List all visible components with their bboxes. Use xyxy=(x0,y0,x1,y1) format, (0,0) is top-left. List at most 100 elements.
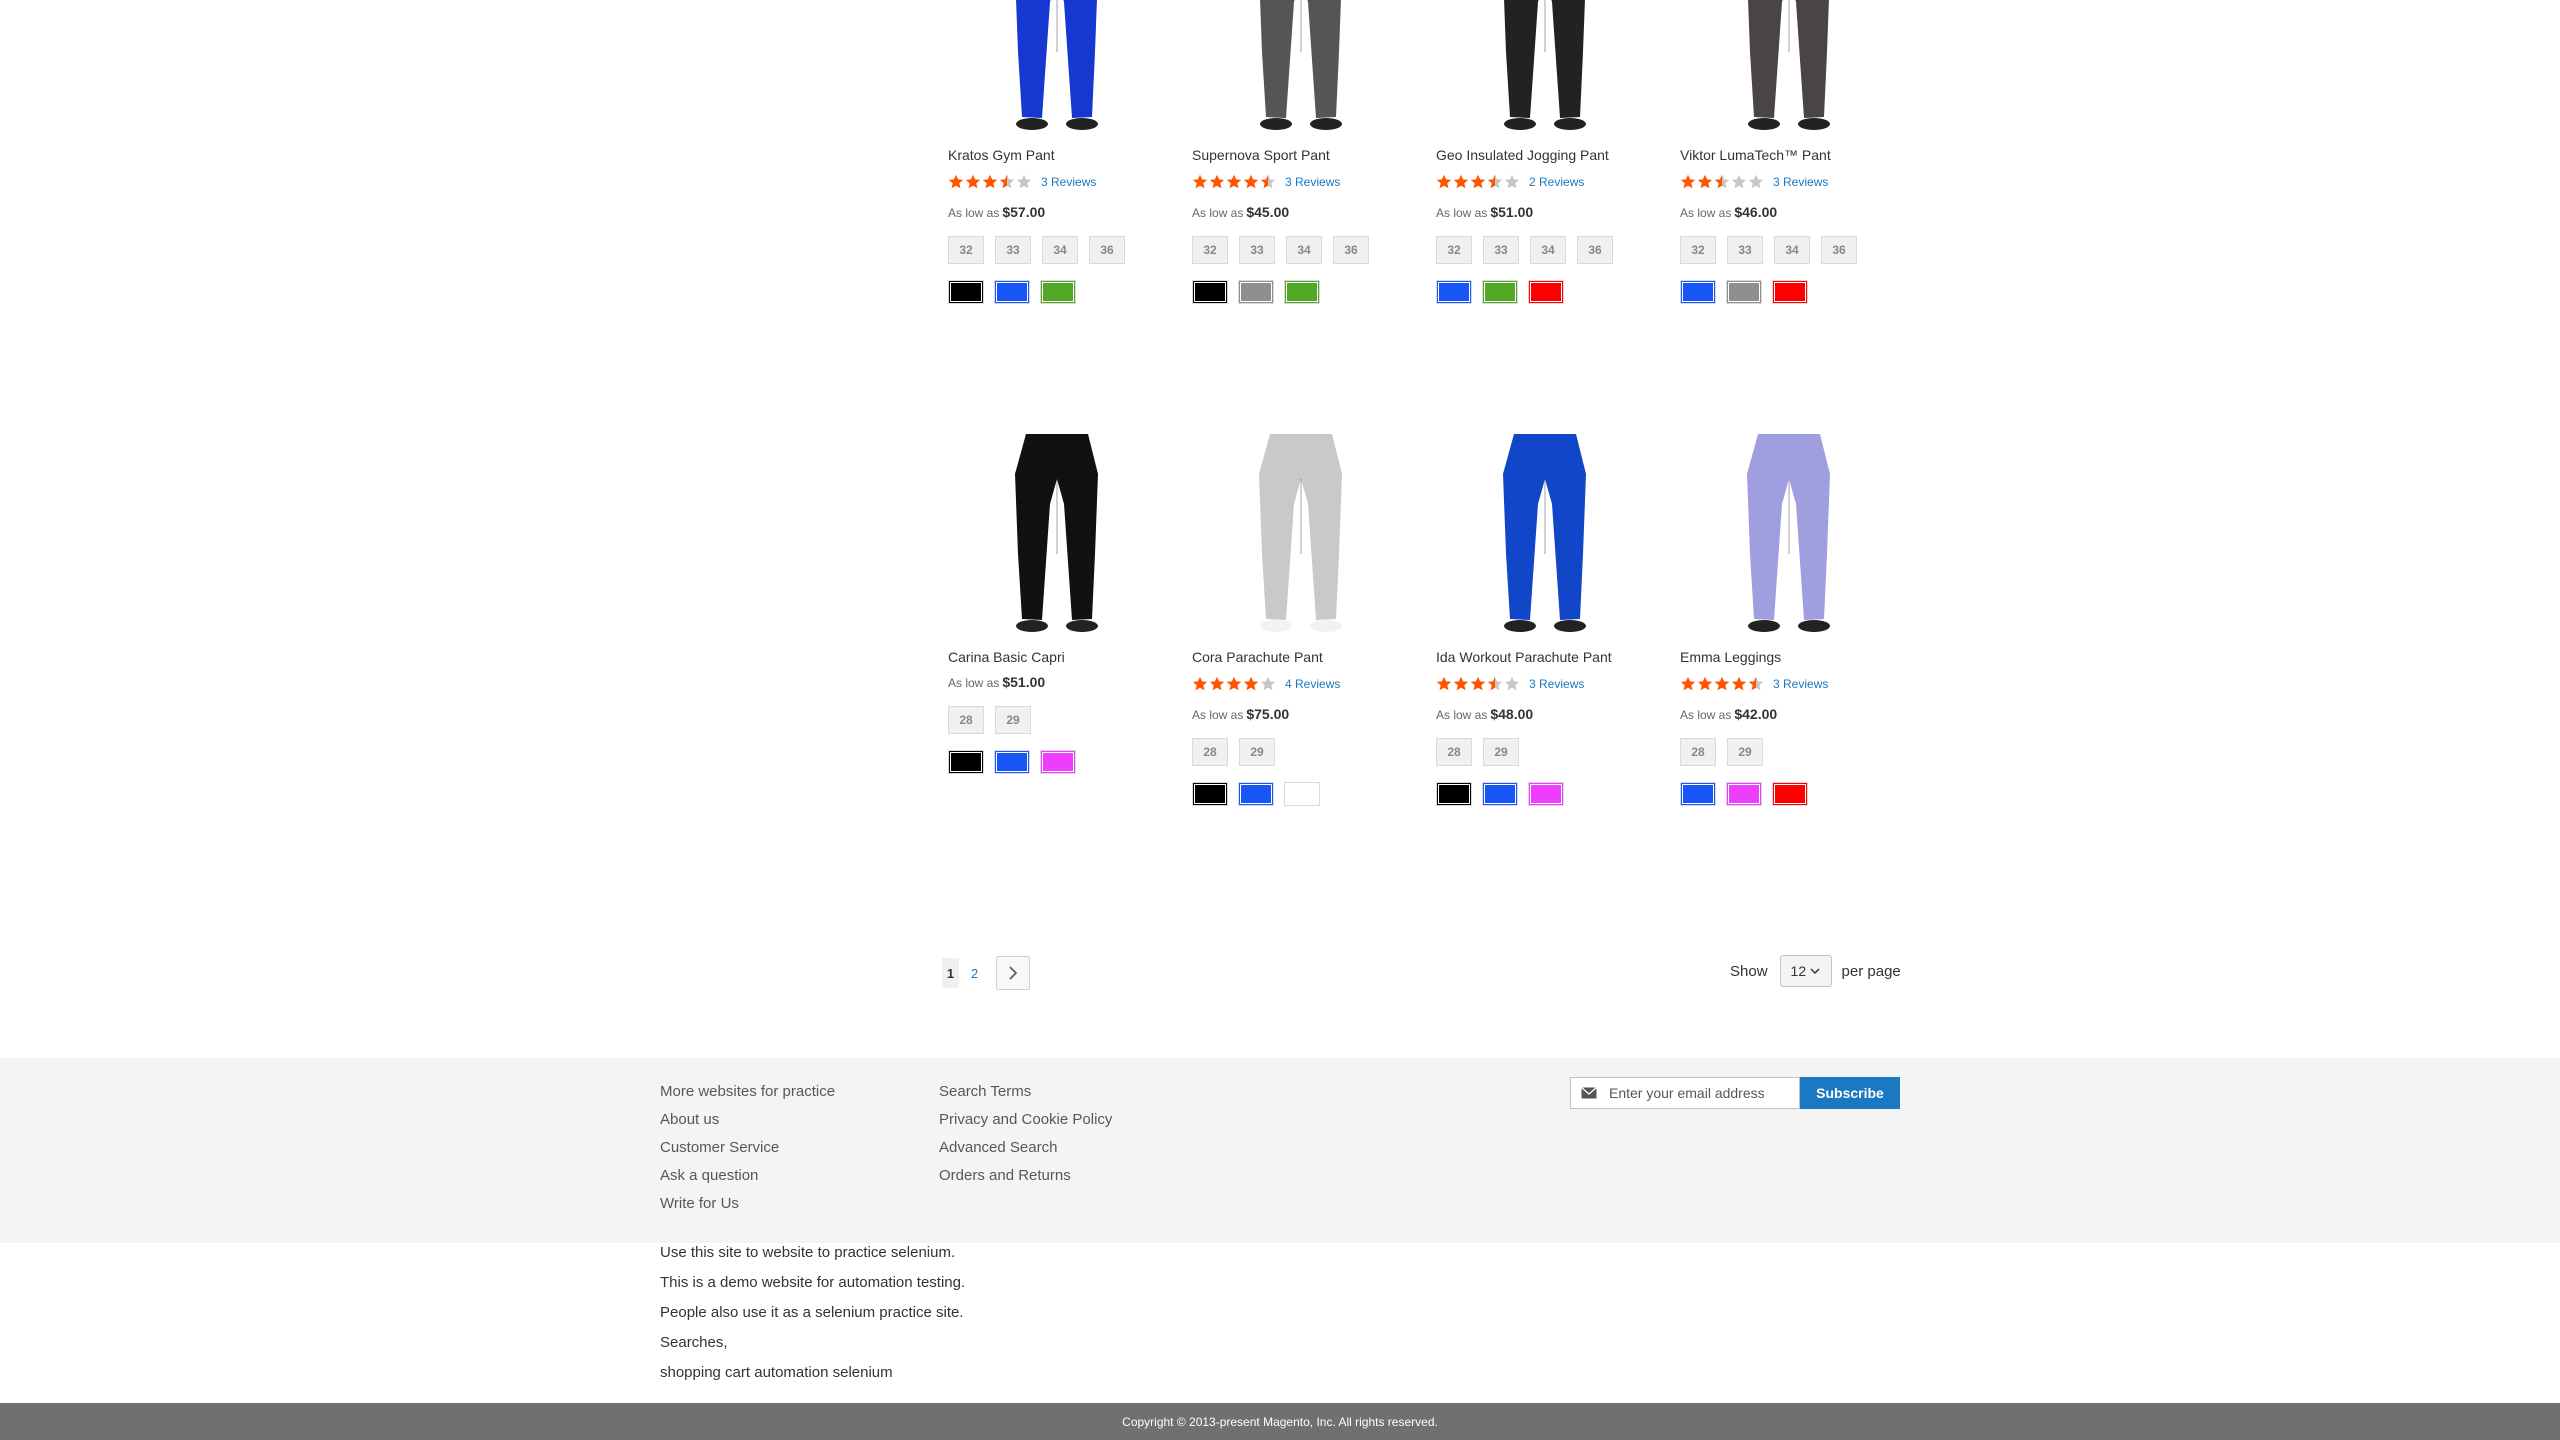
subscribe-button[interactable]: Subscribe xyxy=(1800,1077,1900,1109)
footer-link[interactable]: Search Terms xyxy=(939,1078,1112,1106)
product-image[interactable] xyxy=(948,0,1166,136)
product-image[interactable] xyxy=(1436,434,1654,638)
size-option[interactable]: 29 xyxy=(1239,738,1275,766)
footer-link[interactable]: Orders and Returns xyxy=(939,1162,1112,1190)
color-swatch[interactable] xyxy=(1040,280,1076,304)
size-option[interactable]: 32 xyxy=(948,236,984,264)
product-image[interactable] xyxy=(1680,0,1898,136)
reviews-link[interactable]: 3 Reviews xyxy=(1773,677,1828,691)
size-option[interactable]: 34 xyxy=(1774,236,1810,264)
color-swatch[interactable] xyxy=(1284,782,1320,806)
envelope-icon xyxy=(1581,1087,1597,1099)
size-option[interactable]: 32 xyxy=(1192,236,1228,264)
color-swatch[interactable] xyxy=(1528,280,1564,304)
color-swatch[interactable] xyxy=(994,280,1030,304)
footer-link[interactable]: Ask a question xyxy=(660,1162,835,1190)
reviews-link[interactable]: 2 Reviews xyxy=(1529,175,1584,189)
color-swatch[interactable] xyxy=(1528,782,1564,806)
info-line: shopping cart automation selenium xyxy=(660,1364,893,1381)
size-options: 28 29 xyxy=(1436,738,1530,766)
size-option[interactable]: 36 xyxy=(1821,236,1857,264)
size-option[interactable]: 34 xyxy=(1530,236,1566,264)
product-name-link[interactable]: Cora Parachute Pant xyxy=(1192,648,1323,666)
reviews-link[interactable]: 4 Reviews xyxy=(1285,677,1340,691)
footer-link[interactable]: Privacy and Cookie Policy xyxy=(939,1106,1112,1134)
size-option[interactable]: 28 xyxy=(948,706,984,734)
color-swatch[interactable] xyxy=(1772,280,1808,304)
size-option[interactable]: 34 xyxy=(1286,236,1322,264)
size-option[interactable]: 29 xyxy=(995,706,1031,734)
color-swatch[interactable] xyxy=(948,750,984,774)
color-swatch[interactable] xyxy=(1192,280,1228,304)
footer-link[interactable]: Customer Service xyxy=(660,1134,835,1162)
size-option[interactable]: 33 xyxy=(995,236,1031,264)
footer-link[interactable]: About us xyxy=(660,1106,835,1134)
color-swatch[interactable] xyxy=(1482,280,1518,304)
product-item: Emma Leggings 3 Reviews As low as $42.00 28 2… xyxy=(1680,434,1898,806)
color-swatch[interactable] xyxy=(948,280,984,304)
size-option[interactable]: 29 xyxy=(1727,738,1763,766)
color-swatch[interactable] xyxy=(1680,280,1716,304)
page-2-link[interactable]: 2 xyxy=(971,966,978,981)
reviews-link[interactable]: 3 Reviews xyxy=(1529,677,1584,691)
product-name-link[interactable]: Carina Basic Capri xyxy=(948,648,1065,666)
product-image-container[interactable] xyxy=(948,434,1166,638)
color-swatch[interactable] xyxy=(1680,782,1716,806)
size-option[interactable]: 34 xyxy=(1042,236,1078,264)
product-name-link[interactable]: Supernova Sport Pant xyxy=(1192,146,1330,164)
color-swatch[interactable] xyxy=(1192,782,1228,806)
color-swatch[interactable] xyxy=(1482,782,1518,806)
color-swatch[interactable] xyxy=(1772,782,1808,806)
color-swatch[interactable] xyxy=(1238,782,1274,806)
product-image[interactable] xyxy=(1680,434,1898,638)
product-name-link[interactable]: Ida Workout Parachute Pant xyxy=(1436,648,1612,666)
product-image-container[interactable] xyxy=(1192,434,1410,638)
newsletter-email-input[interactable]: Enter your email address xyxy=(1570,1077,1800,1109)
size-option[interactable]: 28 xyxy=(1436,738,1472,766)
color-swatch[interactable] xyxy=(1238,280,1274,304)
per-page-select[interactable]: 12 xyxy=(1779,955,1832,987)
product-name-link[interactable]: Geo Insulated Jogging Pant xyxy=(1436,146,1609,164)
product-name-link[interactable]: Viktor LumaTech™ Pant xyxy=(1680,146,1831,164)
rating-stars xyxy=(1680,174,1765,190)
product-image[interactable] xyxy=(948,434,1166,638)
product-image-container[interactable] xyxy=(1680,0,1898,136)
size-option[interactable]: 28 xyxy=(1192,738,1228,766)
size-option[interactable]: 36 xyxy=(1333,236,1369,264)
size-option[interactable]: 32 xyxy=(1680,236,1716,264)
footer-link[interactable]: More websites for practice xyxy=(660,1078,835,1106)
product-image[interactable] xyxy=(1436,0,1654,136)
size-option[interactable]: 32 xyxy=(1436,236,1472,264)
next-page-button[interactable] xyxy=(996,956,1031,990)
product-name-link[interactable]: Emma Leggings xyxy=(1680,648,1781,666)
product-image-container[interactable] xyxy=(1436,434,1654,638)
color-swatch[interactable] xyxy=(1436,782,1472,806)
footer-link[interactable]: Write for Us xyxy=(660,1190,835,1218)
size-option[interactable]: 36 xyxy=(1089,236,1125,264)
size-option[interactable]: 33 xyxy=(1727,236,1763,264)
product-rating: 3 Reviews xyxy=(1436,675,1584,693)
product-image-container[interactable] xyxy=(1680,434,1898,638)
product-image[interactable] xyxy=(1192,0,1410,136)
product-price: As low as $51.00 xyxy=(1436,204,1533,222)
color-swatch[interactable] xyxy=(1726,280,1762,304)
product-image-container[interactable] xyxy=(1436,0,1654,136)
size-option[interactable]: 33 xyxy=(1239,236,1275,264)
size-option[interactable]: 36 xyxy=(1577,236,1613,264)
size-option[interactable]: 33 xyxy=(1483,236,1519,264)
color-swatch[interactable] xyxy=(1040,750,1076,774)
reviews-link[interactable]: 3 Reviews xyxy=(1285,175,1340,189)
product-image[interactable] xyxy=(1192,434,1410,638)
product-name-link[interactable]: Kratos Gym Pant xyxy=(948,146,1055,164)
reviews-link[interactable]: 3 Reviews xyxy=(1041,175,1096,189)
product-image-container[interactable] xyxy=(1192,0,1410,136)
size-option[interactable]: 29 xyxy=(1483,738,1519,766)
color-swatch[interactable] xyxy=(994,750,1030,774)
color-swatch[interactable] xyxy=(1284,280,1320,304)
footer-link[interactable]: Advanced Search xyxy=(939,1134,1112,1162)
color-swatch[interactable] xyxy=(1436,280,1472,304)
size-option[interactable]: 28 xyxy=(1680,738,1716,766)
color-swatch[interactable] xyxy=(1726,782,1762,806)
reviews-link[interactable]: 3 Reviews xyxy=(1773,175,1828,189)
product-image-container[interactable] xyxy=(948,0,1166,136)
